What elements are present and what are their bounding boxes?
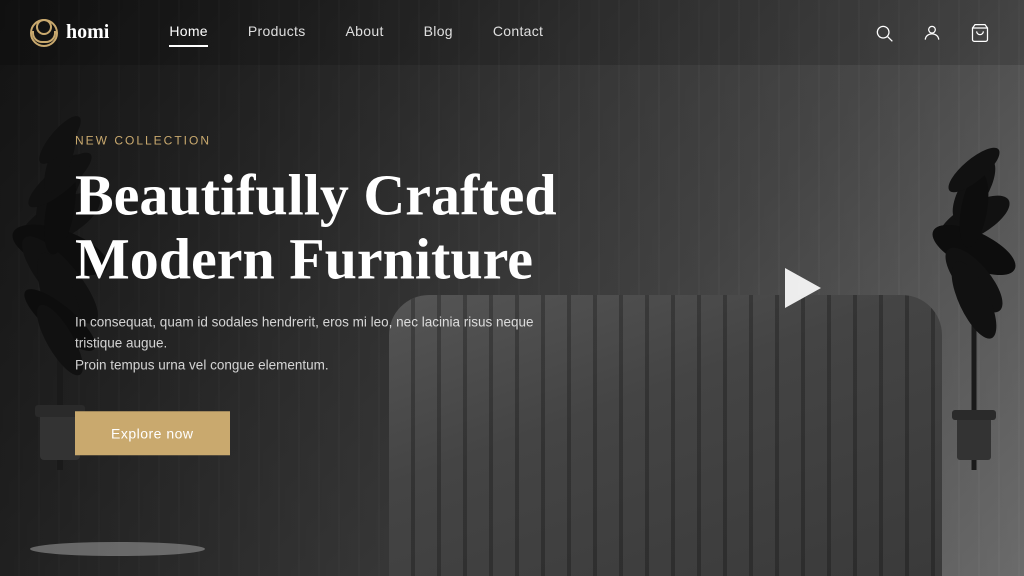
play-triangle-icon <box>785 268 821 308</box>
account-icon <box>922 23 942 43</box>
logo-icon <box>30 19 58 47</box>
hero-title-line2: Modern Furniture <box>75 226 533 291</box>
hero-description-line2: Proin tempus urna vel congue elementum. <box>75 357 329 372</box>
brand-logo[interactable]: homi <box>30 19 109 47</box>
nav-links: Home Products About Blog Contact <box>169 23 543 43</box>
new-collection-badge: NEW COLLECTION <box>75 133 557 147</box>
nav-link-about[interactable]: About <box>346 23 384 43</box>
play-video-button[interactable] <box>778 263 828 313</box>
search-button[interactable] <box>870 19 898 47</box>
cart-icon <box>970 23 990 43</box>
nav-link-home[interactable]: Home <box>169 23 208 43</box>
nav-link-products[interactable]: Products <box>248 23 306 43</box>
nav-link-contact[interactable]: Contact <box>493 23 543 43</box>
nav-link-blog[interactable]: Blog <box>424 23 453 43</box>
hero-content: NEW COLLECTION Beautifully Crafted Moder… <box>75 133 557 455</box>
table-top <box>30 542 205 556</box>
explore-now-button[interactable]: Explore now <box>75 412 230 456</box>
search-icon <box>874 23 894 43</box>
brand-name: homi <box>66 21 109 44</box>
cart-button[interactable] <box>966 19 994 47</box>
hero-description: In consequat, quam id sodales hendrerit,… <box>75 311 535 376</box>
hero-description-line1: In consequat, quam id sodales hendrerit,… <box>75 314 534 351</box>
hero-title: Beautifully Crafted Modern Furniture <box>75 163 557 291</box>
hero-title-line1: Beautifully Crafted <box>75 162 557 227</box>
nav-icons <box>870 19 994 47</box>
account-button[interactable] <box>918 19 946 47</box>
plant-right-decoration <box>924 40 1024 470</box>
navbar: homi Home Products About Blog Contact <box>0 0 1024 65</box>
